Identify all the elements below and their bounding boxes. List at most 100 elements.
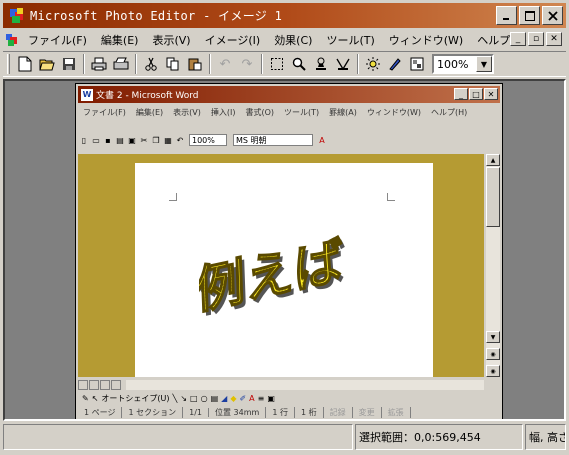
word-status-bar: 1 ページ 1 セクション 1/1 位置 34mm 1 行 1 桁 記録 変更 … (78, 406, 500, 418)
word-zoom-box: 100% (189, 134, 227, 146)
window-title: Microsoft Photo Editor - イメージ 1 (30, 9, 283, 23)
save-icon[interactable] (58, 53, 80, 75)
word-menu-insert: 挿入(I) (210, 108, 236, 117)
toolbar-grip[interactable] (7, 54, 10, 74)
toolbar-separator (83, 54, 85, 74)
next-page-icon: ◉ (486, 365, 500, 377)
menu-effects[interactable]: 効果(C) (267, 32, 319, 48)
new-icon[interactable] (14, 53, 36, 75)
word-menu-format: 書式(O) (245, 108, 275, 117)
word-menu-table: 罫線(A) (329, 108, 357, 117)
status-bar: 選択範囲：0,0:569,454 幅, 高さ (3, 424, 566, 452)
chevron-down-icon[interactable]: ▼ (476, 56, 492, 72)
word-status-page: 1 ページ (78, 406, 123, 418)
word-open-icon: ▭ (92, 135, 100, 145)
word-toolbar: ▯ ▭ ▪ ▤ ▣ ✂ ❐ ▦ ↶ 100% MS 明朝 A (78, 132, 500, 148)
wordart-graphic: 例えば 例えば (199, 230, 347, 323)
menu-image[interactable]: イメージ(I) (198, 32, 268, 48)
doc-close-button[interactable]: ✕ (546, 32, 562, 46)
word-print-icon: ▤ (116, 135, 124, 145)
menu-edit[interactable]: 編集(E) (94, 32, 146, 48)
standard-toolbar: ↶ ↷ 100% ▼ (3, 51, 566, 77)
word-preview-icon: ▣ (128, 135, 136, 145)
sun-icon[interactable] (362, 53, 384, 75)
toolbar-separator (135, 54, 137, 74)
word-cut-icon: ✂ (140, 135, 148, 145)
stamp-icon[interactable] (310, 53, 332, 75)
photo-editor-window: Microsoft Photo Editor - イメージ 1 ファイル(F) … (0, 0, 569, 455)
document-icon[interactable] (3, 29, 21, 51)
select-icon[interactable] (266, 53, 288, 75)
normal-view-icon (78, 380, 88, 390)
cut-icon[interactable] (140, 53, 162, 75)
word-status-position: 位置 34mm (209, 406, 267, 418)
image-workspace: W 文書 2 - Microsoft Word _ □ ✕ ファイル(F) 編集… (3, 79, 566, 421)
print-view-icon (100, 380, 110, 390)
word-document-area: 例えば 例えば (78, 154, 484, 377)
word-minimize-icon: _ (454, 88, 468, 100)
zoom-select[interactable]: 100% ▼ (432, 54, 494, 74)
close-button[interactable] (542, 6, 563, 25)
word-font-box: MS 明朝 (233, 134, 313, 146)
fill-color-icon: ◆ (230, 393, 237, 403)
open-icon[interactable] (36, 53, 58, 75)
prev-page-icon: ◉ (486, 348, 500, 360)
textbox-icon: ▤ (210, 393, 219, 403)
crop-mark (387, 193, 395, 201)
autoshape-menu: オートシェイプ(U) (101, 393, 170, 403)
zoom-icon[interactable] (288, 53, 310, 75)
word-maximize-icon: □ (469, 88, 483, 100)
title-bar[interactable]: Microsoft Photo Editor - イメージ 1 (3, 3, 566, 28)
select-objects-icon: ↖ (91, 393, 99, 403)
word-vertical-scrollbar: ▲ ▼ ◉ ◉ (486, 154, 500, 377)
menu-file[interactable]: ファイル(F) (21, 32, 94, 48)
scroll-down-icon: ▼ (486, 331, 500, 343)
menu-view[interactable]: 表示(V) (145, 32, 197, 48)
word-view-bar (78, 379, 484, 391)
word-window-title: 文書 2 - Microsoft Word (96, 91, 199, 101)
scroll-thumb (486, 167, 500, 227)
word-menu-view: 表示(V) (173, 108, 201, 117)
doc-minimize-button[interactable]: _ (510, 32, 526, 46)
word-save-icon: ▪ (105, 135, 111, 145)
word-new-icon: ▯ (81, 135, 87, 145)
pen-icon[interactable] (384, 53, 406, 75)
status-size: 幅, 高さ (525, 424, 566, 450)
copy-icon[interactable] (162, 53, 184, 75)
minimize-button[interactable] (496, 6, 517, 25)
zoom-value: 100% (437, 57, 469, 71)
word-status-column: 1 桁 (295, 406, 324, 418)
redo-icon[interactable]: ↷ (236, 53, 258, 75)
smudge-icon[interactable] (332, 53, 354, 75)
menu-tools[interactable]: ツール(T) (319, 32, 381, 48)
captured-word-window: W 文書 2 - Microsoft Word _ □ ✕ ファイル(F) 編集… (75, 83, 503, 419)
word-close-icon: ✕ (484, 88, 498, 100)
word-menu-bar: ファイル(F) 編集(E) 表示(V) 挿入(I) 書式(O) ツール(T) 罫… (78, 105, 500, 120)
oval-icon: ○ (200, 393, 208, 403)
word-title-bar: W 文書 2 - Microsoft Word _ □ ✕ (78, 86, 500, 103)
status-selection: 選択範囲：0,0:569,454 (355, 424, 523, 450)
word-status-trk: 変更 (353, 406, 382, 418)
shadow-icon: ▣ (267, 393, 275, 403)
photo-editor-app-icon[interactable] (8, 7, 26, 25)
maximize-button[interactable] (519, 6, 540, 25)
paste-icon[interactable] (184, 53, 206, 75)
word-drawing-toolbar: ✎ ↖ オートシェイプ(U) ╲ ↘ □ ○ ▤ ◢ ◆ ✐ A ≡ ▣ (78, 391, 500, 405)
word-menu-file: ファイル(F) (83, 108, 126, 117)
word-status-rec: 記録 (324, 406, 353, 418)
doc-restore-button[interactable]: ▫ (528, 32, 544, 46)
print-icon[interactable] (88, 53, 110, 75)
line-color-icon: ✐ (239, 393, 247, 403)
word-status-section: 1 セクション (122, 406, 184, 418)
word-status-pages: 1/1 (183, 407, 209, 417)
word-page: 例えば 例えば (135, 163, 433, 377)
undo-icon[interactable]: ↶ (214, 53, 236, 75)
menu-window[interactable]: ウィンドウ(W) (382, 32, 470, 48)
scan-icon[interactable] (110, 53, 132, 75)
effect-icon[interactable] (406, 53, 428, 75)
word-menu-help: ヘルプ(H) (431, 108, 468, 117)
word-paste-icon: ▦ (164, 135, 172, 145)
word-copy-icon: ❐ (152, 135, 160, 145)
word-status-ext: 拡張 (382, 406, 411, 418)
line-style-icon: ≡ (257, 393, 265, 403)
